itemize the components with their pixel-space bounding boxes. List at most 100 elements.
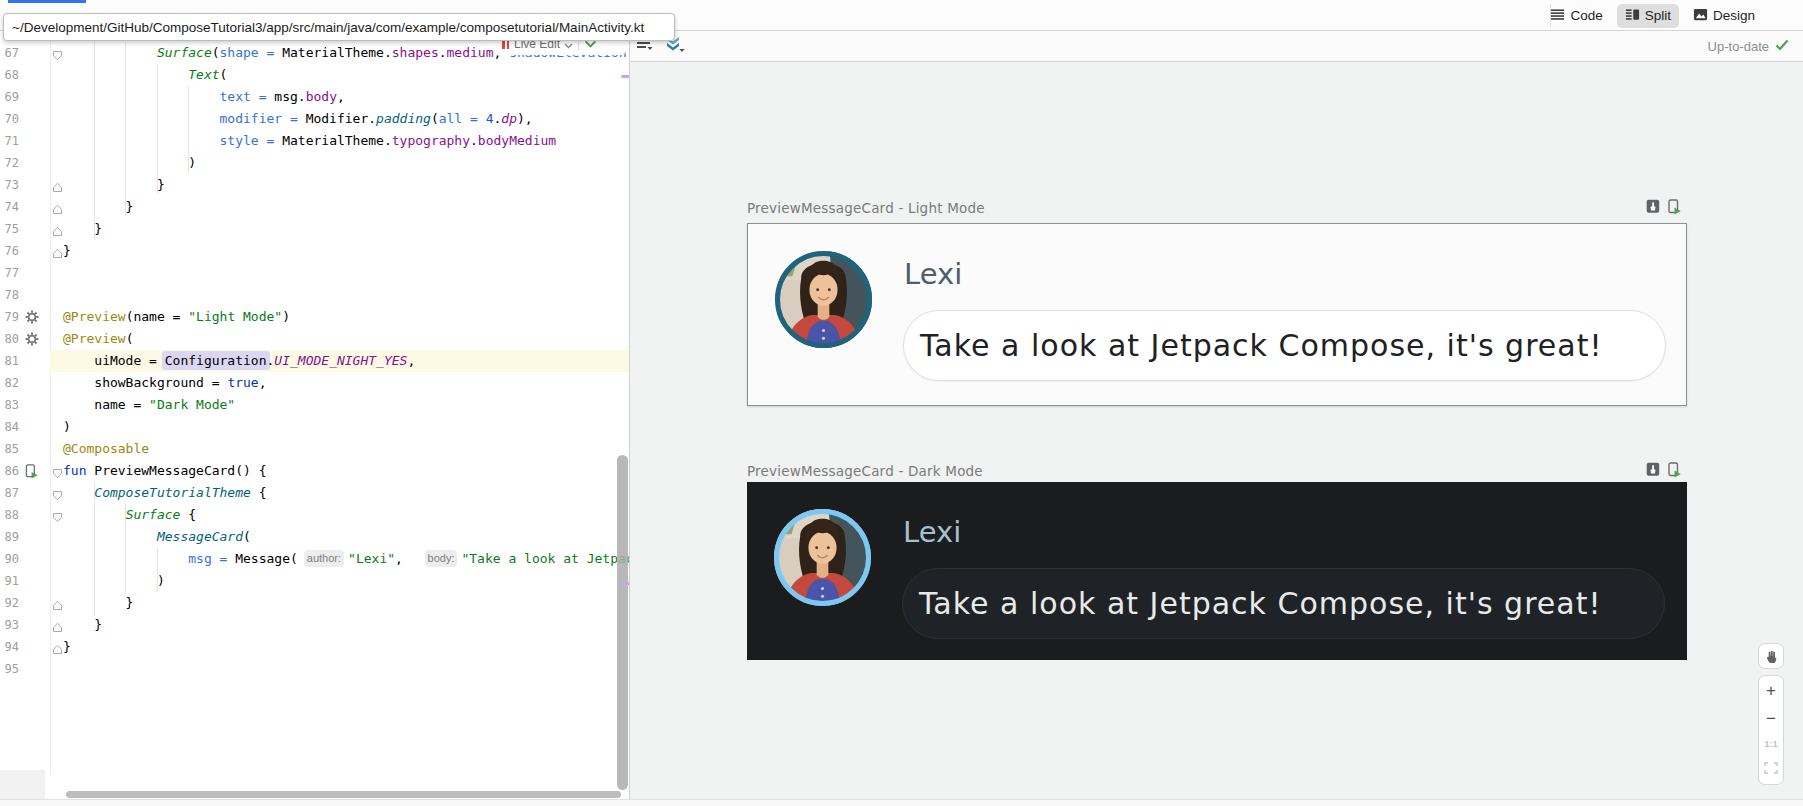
fold-marker[interactable] [52,179,63,190]
code-token: MaterialTheme. [282,45,392,60]
code-token: ) [282,309,290,324]
fold-marker[interactable] [52,487,63,498]
parameter-hint: body: [425,550,458,567]
code-line[interactable]: 95 [0,658,629,680]
code-line[interactable]: 72 ) [0,152,629,174]
code-text: } [63,592,133,614]
design-icon [1693,7,1708,25]
code-line[interactable]: 93 } [0,614,629,636]
tab-design[interactable]: Design [1685,4,1763,28]
tab-split[interactable]: Split [1617,4,1679,28]
line-number: 72 [0,152,19,174]
code-token: , [395,551,418,566]
code-text: } [63,240,71,262]
run-on-device-icon[interactable] [1668,462,1681,482]
line-number: 69 [0,86,19,108]
code-editor[interactable]: 67 Surface(shape = MaterialTheme.shapes.… [0,31,629,806]
code-token: style = [220,133,283,148]
code-token [63,89,220,104]
code-text: @Preview(name = "Light Mode") [63,306,290,328]
code-line[interactable]: 77 [0,262,629,284]
code-line[interactable]: 71 style = MaterialTheme.typography.body… [0,130,629,152]
interactive-mode-icon[interactable] [1646,199,1660,219]
zoom-100-button[interactable]: 1:1 [1764,738,1778,749]
code-line[interactable]: 73 } [0,174,629,196]
code-line[interactable]: 91 ) [0,570,629,592]
fold-marker[interactable] [52,509,63,520]
code-line[interactable]: 94} [0,636,629,658]
code-line[interactable]: 88 Surface { [0,504,629,526]
preview-settings-gear-icon[interactable] [25,310,39,324]
code-token: name = [63,397,149,412]
zoom-controls: + − 1:1 [1758,675,1784,785]
code-token [63,67,188,82]
file-path-breadcrumb[interactable]: ~/Development/GitHub/ComposeTutorial3/ap… [3,13,675,41]
code-line[interactable]: 74 } [0,196,629,218]
code-line[interactable]: 83 name = "Dark Mode" [0,394,629,416]
code-line[interactable]: 85@Composable [0,438,629,460]
code-line[interactable]: 84) [0,416,629,438]
fold-marker[interactable] [52,47,63,58]
preview-title-dark: PreviewMessageCard - Dark Mode [747,463,983,479]
line-number: 90 [0,548,19,570]
code-line[interactable]: 79@Preview(name = "Light Mode") [0,306,629,328]
code-line[interactable]: 87 ComposeTutorialTheme { [0,482,629,504]
preview-title-light: PreviewMessageCard - Light Mode [747,200,985,216]
pan-tool-button[interactable] [1758,643,1784,669]
code-line[interactable]: 76} [0,240,629,262]
line-number: 82 [0,372,19,394]
code-line[interactable]: 90 msg = Message(author:"Lexi", body:"Ta… [0,548,629,570]
code-text: } [63,636,71,658]
code-token: ( [126,331,134,346]
code-line[interactable]: 81 uiMode = Configuration.UI_MODE_NIGHT_… [0,350,629,372]
code-token: dp [501,111,517,126]
run-on-device-icon[interactable] [1668,199,1681,219]
code-line[interactable]: 78 [0,284,629,306]
code-token: ) [63,155,196,170]
fold-marker[interactable] [52,201,63,212]
tab-code[interactable]: Code [1542,4,1610,28]
line-number: 95 [0,658,19,680]
code-line[interactable]: 68 Text( [0,64,629,86]
zoom-in-button[interactable]: + [1766,682,1776,699]
fold-marker[interactable] [52,245,63,256]
fold-marker[interactable] [52,597,63,608]
code-token: , [337,89,345,104]
preview-card-dark: Lexi Take a look at Jetpack Compose, it'… [747,482,1687,660]
tab-design-label: Design [1713,8,1755,23]
code-line[interactable]: 89 MessageCard( [0,526,629,548]
code-line[interactable]: 75 } [0,218,629,240]
code-line[interactable]: 80@Preview( [0,328,629,350]
run-preview-icon[interactable] [25,464,39,478]
split-icon [1625,7,1640,25]
fold-marker[interactable] [52,465,63,476]
code-token: ( [220,67,228,82]
editor-horizontal-scrollbar[interactable] [66,791,621,798]
code-text: } [63,174,165,196]
fold-marker[interactable] [52,619,63,630]
editor-vertical-scrollbar[interactable] [617,455,628,790]
code-line[interactable]: 82 showBackground = true, [0,372,629,394]
preview-settings-gear-icon[interactable] [25,332,39,346]
preview-card-light: Lexi Take a look at Jetpack Compose, it'… [747,223,1687,406]
line-number: 93 [0,614,19,636]
code-text: modifier = Modifier.padding(all = 4.dp), [63,108,533,130]
code-line[interactable]: 86fun PreviewMessageCard() { [0,460,629,482]
code-line[interactable]: 92 } [0,592,629,614]
code-token [63,133,220,148]
code-token: "Dark Mode" [149,397,235,412]
fold-marker[interactable] [52,223,63,234]
fold-marker[interactable] [52,641,63,652]
code-token: Surface [126,507,181,522]
code-token: } [63,199,133,214]
interactive-mode-icon[interactable] [1646,462,1660,482]
code-token: , [407,353,415,368]
zoom-out-button[interactable]: − [1766,710,1776,727]
line-number: 75 [0,218,19,240]
code-text: ) [63,152,196,174]
code-line[interactable]: 69 text = msg.body, [0,86,629,108]
code-line[interactable]: 70 modifier = Modifier.padding(all = 4.d… [0,108,629,130]
code-token: , [259,375,267,390]
zoom-to-fit-icon[interactable] [1764,760,1778,778]
code-text: } [63,614,102,636]
